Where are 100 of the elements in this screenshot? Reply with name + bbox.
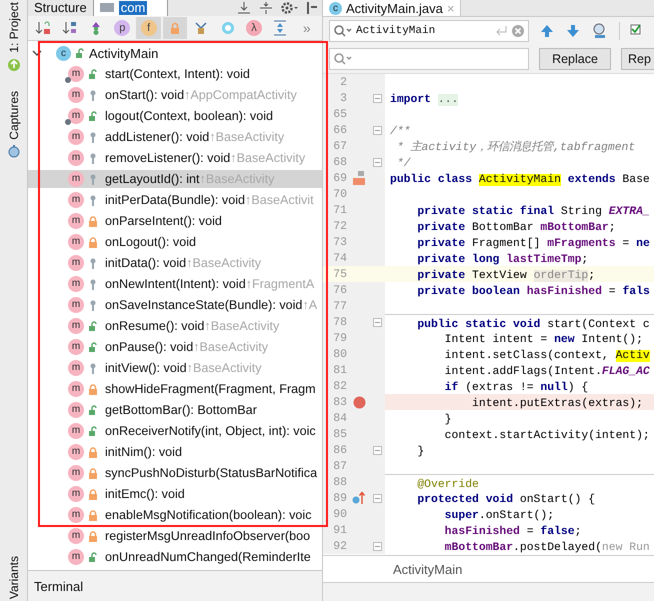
previous-match-icon[interactable]: [539, 23, 555, 39]
method-item[interactable]: m onStart(): void↑AppCompatActivity: [28, 86, 322, 104]
code-line: import ...: [390, 94, 458, 106]
method-item[interactable]: m initData(): void↑BaseActivity: [28, 254, 322, 272]
code-line: mBottomBar.postDelayed(new Run: [444, 542, 650, 554]
code-line: private Fragment[] mFragments = ne: [416, 238, 650, 250]
line-number: 76: [332, 284, 347, 296]
override-icon[interactable]: [352, 491, 366, 505]
line-number: 79: [332, 332, 347, 344]
line-number: 78: [332, 316, 347, 328]
method-item[interactable]: m onNewIntent(Intent): void↑FragmentA: [28, 275, 322, 293]
method-icon: m: [68, 444, 84, 460]
method-icon: m: [68, 108, 84, 124]
captures-tab[interactable]: Captures: [6, 90, 20, 140]
line-number: 88: [332, 476, 347, 488]
line-number: 69: [332, 172, 347, 184]
method-item[interactable]: m onParseIntent(): void: [28, 212, 322, 230]
method-item[interactable]: m start(Context, Intent): void: [28, 65, 322, 83]
search-icon[interactable]: [333, 52, 353, 66]
panel-title: Structure: [34, 1, 87, 15]
method-icon: m: [68, 465, 84, 481]
filter-button[interactable]: f: [136, 17, 161, 39]
hide-panel-icon[interactable]: [306, 1, 318, 15]
replace-button[interactable]: Rep: [621, 48, 654, 70]
fold-icon[interactable]: [372, 494, 382, 502]
method-item[interactable]: m showHideFragment(Fragment, Fragm: [28, 380, 322, 398]
method-icon: m: [68, 402, 84, 418]
method-item[interactable]: m onResume(): void↑BaseActivity: [28, 317, 322, 335]
terminal-tab[interactable]: Terminal: [34, 578, 84, 594]
breadcrumb[interactable]: ActivityMain: [393, 562, 462, 576]
code-line: intent.putExtras(extras);: [471, 398, 643, 410]
method-icon: m: [68, 528, 84, 544]
code-line: public static void start(Context c: [416, 319, 650, 330]
method-item[interactable]: m onPause(): void↑BaseActivity: [28, 338, 322, 356]
method-item[interactable]: m onSaveInstanceState(Bundle): void↑A: [28, 296, 322, 314]
stopwatch-icon[interactable]: [6, 144, 20, 158]
anonymous-class-icon: [193, 20, 210, 36]
fold-icon[interactable]: [372, 158, 382, 166]
line-number: 73: [332, 236, 347, 248]
filter-button[interactable]: p: [110, 17, 134, 39]
line-number: 92: [332, 540, 347, 552]
fold-icon[interactable]: [372, 318, 382, 326]
replace-field[interactable]: [329, 48, 529, 70]
expand-all-icon: [272, 20, 288, 36]
method-item[interactable]: m onReceiverNotify(int, Object, int): voic: [28, 422, 322, 440]
code-line: protected void onStart() {: [416, 494, 596, 506]
scroll-from-source-icon[interactable]: [236, 1, 252, 15]
fold-icon[interactable]: [372, 126, 382, 134]
line-number: 68: [332, 156, 347, 168]
class-icon: c: [56, 46, 71, 60]
speed-search-text[interactable]: com: [118, 0, 148, 14]
method-item[interactable]: m logout(Context, boolean): void: [28, 107, 322, 125]
search-icon[interactable]: [333, 24, 353, 38]
code-line: context.startActivity(intent);: [444, 430, 650, 442]
method-item[interactable]: m initView(): void↑BaseActivity: [28, 359, 322, 377]
method-item[interactable]: m initNim(): void: [28, 443, 322, 461]
fold-icon[interactable]: [372, 542, 382, 550]
method-item[interactable]: m registerMsgUnreadInfoObserver(boo: [28, 527, 322, 545]
collapse-icon[interactable]: [258, 1, 274, 15]
method-item[interactable]: m getBottomBar(): BottomBar: [28, 401, 322, 419]
method-icon: m: [68, 66, 84, 82]
clear-icon[interactable]: [511, 24, 525, 38]
method-icon: m: [68, 360, 84, 376]
next-match-icon[interactable]: [565, 23, 581, 39]
file-tab[interactable]: c ActivityMain.java ×: [323, 0, 462, 16]
method-item[interactable]: m onLogout(): void: [28, 233, 322, 251]
search-field[interactable]: ActivityMain: [329, 20, 529, 42]
filter-button[interactable]: λ: [242, 17, 266, 39]
breakpoint-icon[interactable]: [352, 396, 366, 408]
method-item[interactable]: m syncPushNoDisturb(StatusBarNotifica: [28, 464, 322, 482]
method-icon: m: [68, 486, 84, 502]
method-item[interactable]: m initEmc(): void: [28, 485, 322, 503]
class-name[interactable]: ActivityMain: [89, 46, 158, 60]
line-number: 77: [332, 300, 347, 312]
fold-icon[interactable]: [372, 446, 382, 454]
fold-icon[interactable]: [372, 94, 382, 102]
replace-button[interactable]: Replace: [539, 48, 611, 70]
class-hierarchy-icon[interactable]: [352, 170, 366, 186]
method-item[interactable]: m removeListener(): void↑BaseActivity: [28, 149, 322, 167]
sort-alpha-icon: [62, 20, 78, 36]
code-line: Intent intent = new Intent();: [444, 334, 643, 346]
code-line: /**: [390, 126, 411, 138]
settings-icon[interactable]: [280, 1, 300, 15]
line-number: 81: [332, 364, 347, 376]
method-item[interactable]: m onUnreadNumChanged(ReminderIte: [28, 548, 322, 566]
method-icon: m: [68, 234, 84, 250]
method-icon: m: [68, 549, 84, 565]
method-icon: m: [68, 318, 84, 334]
method-item[interactable]: m enableMsgNotification(boolean): voic: [28, 506, 322, 524]
line-number: 72: [332, 220, 347, 232]
code-line: if (extras != null) {: [444, 382, 588, 394]
variants-tab[interactable]: Variants: [6, 556, 20, 599]
method-item[interactable]: m initPerData(Bundle): void↑BaseActivit: [28, 191, 322, 209]
code-line: public class ActivityMain extends Base: [390, 174, 650, 186]
android-icon[interactable]: [6, 58, 20, 72]
enter-icon[interactable]: [494, 25, 508, 37]
project-tab[interactable]: 1: Project: [6, 2, 20, 53]
line-number: 67: [332, 140, 347, 152]
non-public-button[interactable]: [162, 17, 188, 39]
method-item[interactable]: m addListener(): void↑BaseActivity: [28, 128, 322, 146]
